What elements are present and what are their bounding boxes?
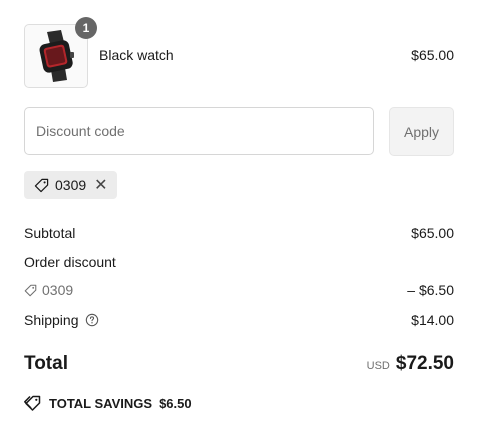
- total-row: Total USD $72.50: [24, 349, 454, 379]
- cart-line-item: 1 Black watch $65.00: [24, 17, 454, 88]
- tag-icon: [24, 284, 37, 296]
- discount-form: Apply: [24, 107, 454, 157]
- help-circle-icon[interactable]: [85, 313, 99, 327]
- currency-code: USD: [366, 360, 390, 372]
- order-summary: 1 Black watch $65.00 Apply 0309 ✕ Subtot…: [24, 17, 454, 411]
- shipping-label-group: Shipping: [24, 312, 99, 328]
- total-value: $72.50: [395, 353, 454, 374]
- total-value-group: USD $72.50: [367, 353, 454, 375]
- remove-discount-icon[interactable]: ✕: [94, 175, 107, 195]
- savings-value: $6.50: [159, 395, 192, 411]
- order-discount-code: 0309: [42, 282, 74, 298]
- total-label: Total: [24, 353, 68, 374]
- product-name: Black watch: [99, 47, 174, 63]
- savings-label: TOTAL SAVINGS: [49, 395, 153, 411]
- order-discount-label: Order discount: [24, 254, 116, 270]
- order-discount-row: Order discount: [24, 248, 454, 276]
- shipping-label: Shipping: [24, 311, 79, 328]
- shipping-row: Shipping $14.00: [24, 304, 454, 335]
- total-savings: TOTAL SAVINGS $6.50: [24, 395, 454, 411]
- apply-discount-button[interactable]: Apply: [389, 107, 454, 156]
- tag-icon: [34, 178, 49, 192]
- order-discount-value: – $6.50: [407, 282, 454, 298]
- subtotal-row: Subtotal $65.00: [24, 217, 454, 248]
- cost-breakdown: Subtotal $65.00 Order discount 0309 – $6…: [24, 217, 454, 335]
- product-thumbnail: 1: [24, 17, 97, 88]
- applied-discount-chip: 0309 ✕: [24, 171, 117, 199]
- discount-code-input[interactable]: [24, 107, 374, 155]
- shipping-value: $14.00: [411, 311, 454, 328]
- subtotal-label: Subtotal: [24, 224, 76, 241]
- order-discount-detail-row: 0309 – $6.50: [24, 276, 454, 304]
- applied-discount-code: 0309: [55, 177, 87, 193]
- order-discount-code-group: 0309: [24, 282, 73, 298]
- subtotal-value: $65.00: [411, 224, 454, 241]
- watch-image: [39, 30, 74, 82]
- product-price: $65.00: [411, 47, 454, 63]
- tags-icon: [24, 395, 41, 411]
- quantity-badge: 1: [75, 17, 97, 39]
